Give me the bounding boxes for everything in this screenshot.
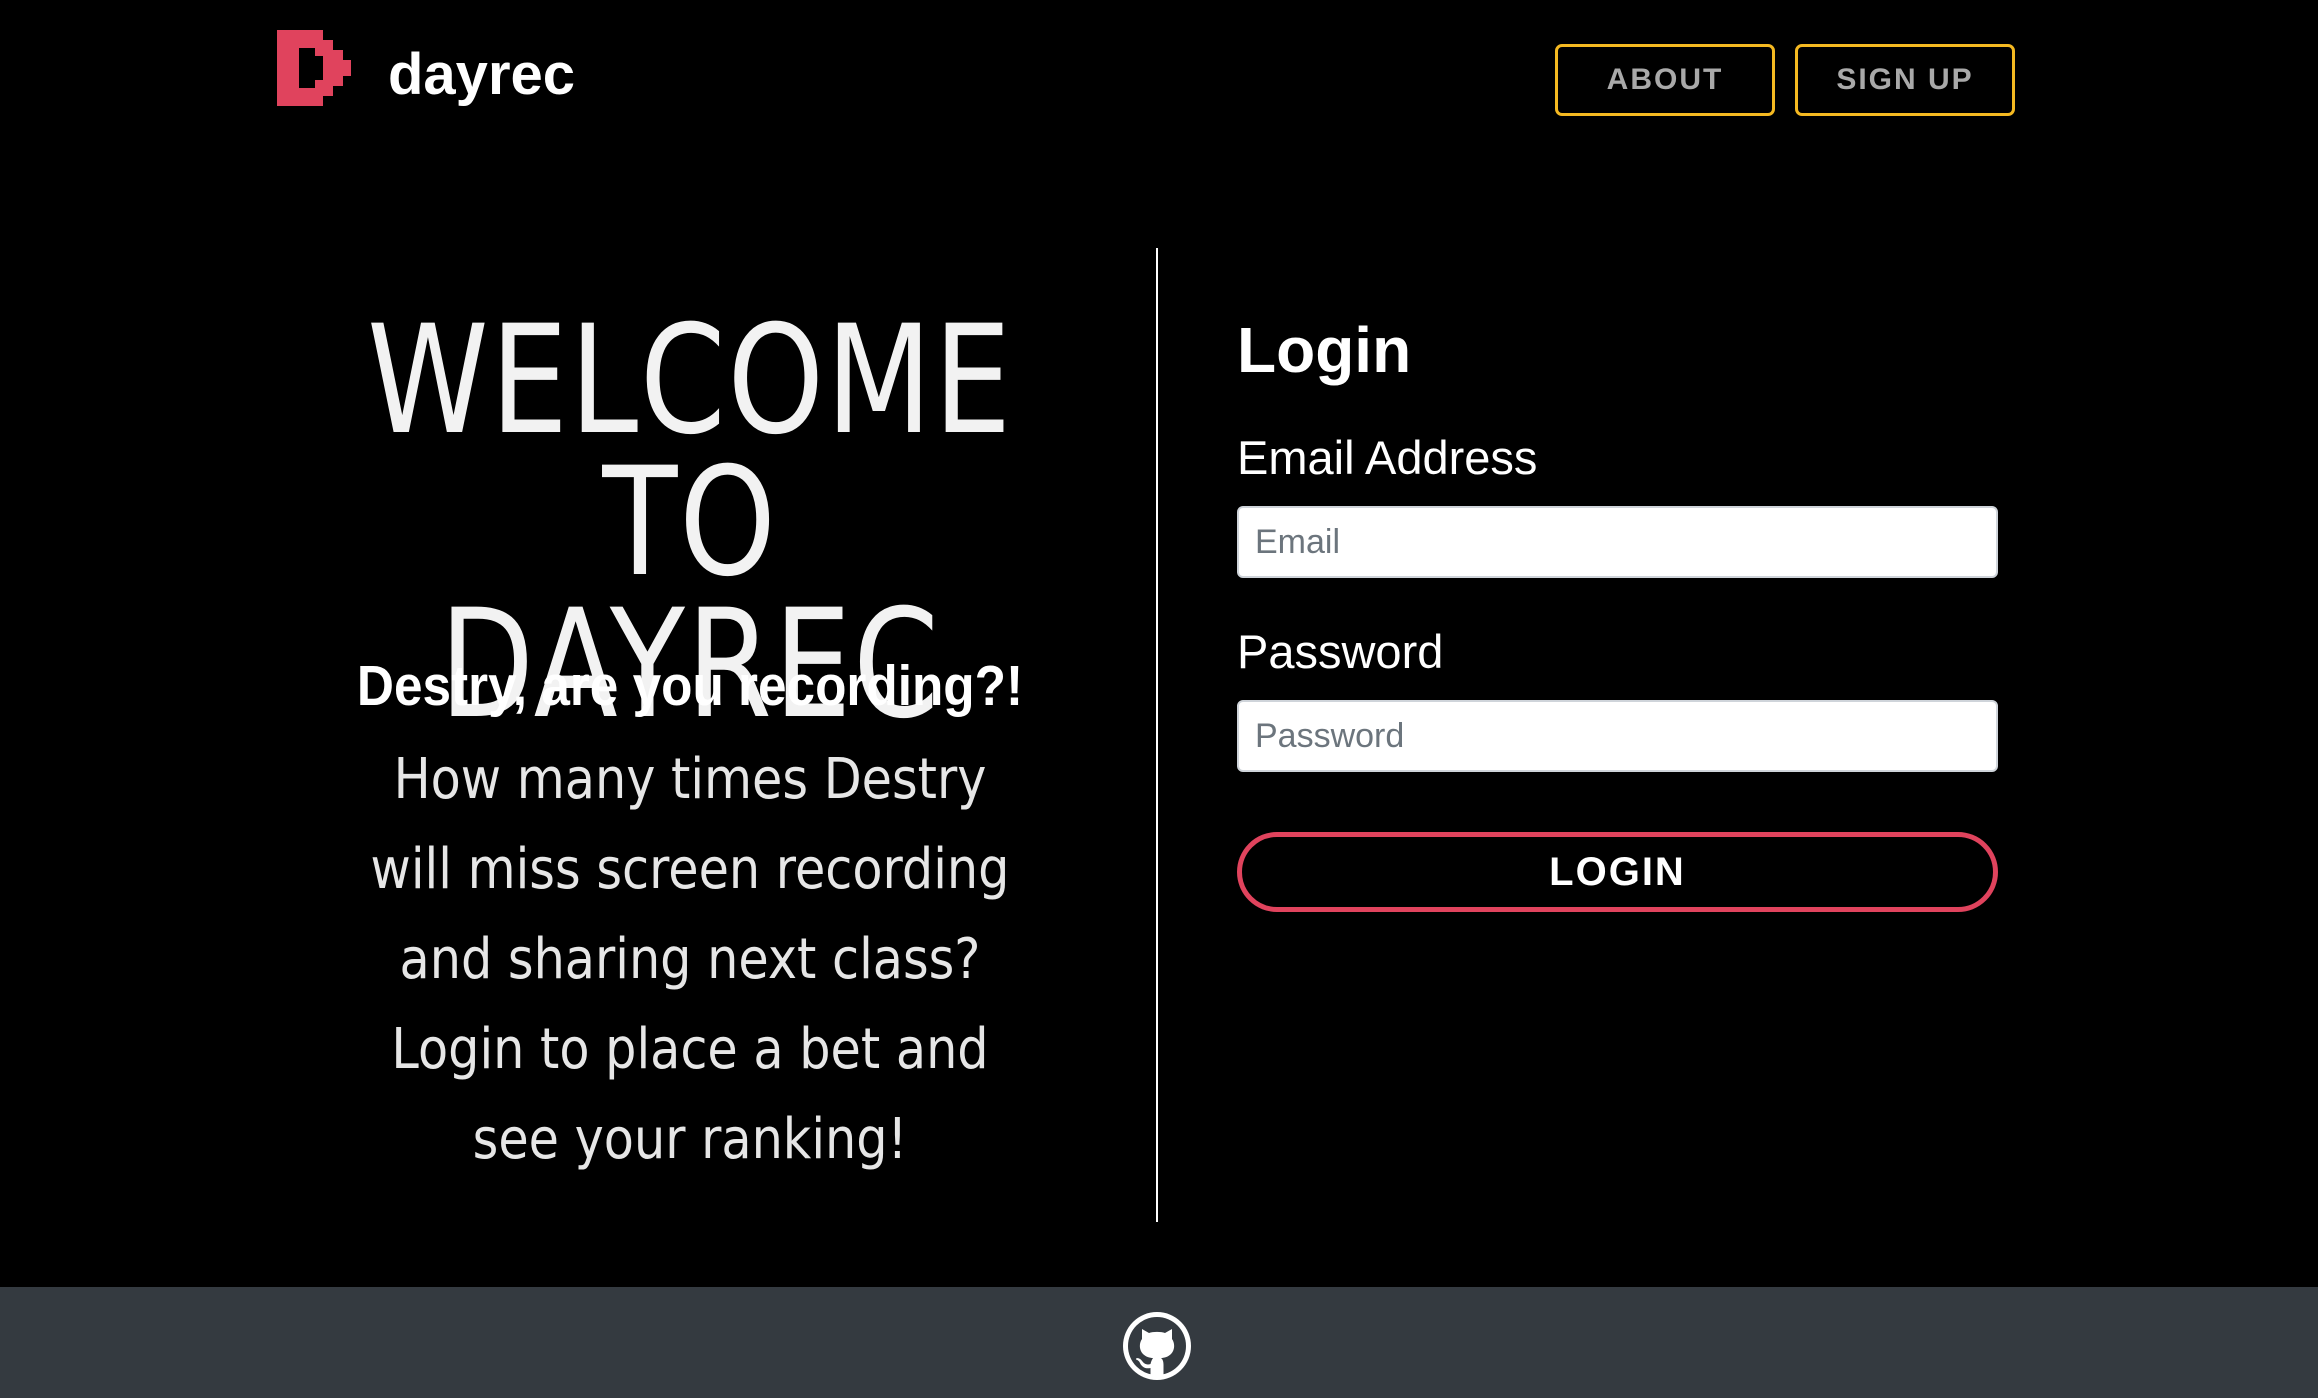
dayrec-logo-icon[interactable]	[277, 30, 351, 106]
email-label: Email Address	[1237, 431, 1538, 484]
about-button[interactable]: ABOUT	[1555, 44, 1775, 116]
welcome-heading-line-1: WELCOME	[367, 294, 1013, 468]
login-button[interactable]: LOGIN	[1237, 832, 1998, 912]
github-icon[interactable]	[1120, 1309, 1194, 1383]
description: How many times Destry will miss screen r…	[370, 747, 1010, 1172]
brand-name[interactable]: dayrec	[388, 38, 575, 112]
vertical-divider	[1156, 248, 1158, 1222]
password-label: Password	[1237, 625, 1444, 678]
password-input[interactable]	[1237, 700, 1998, 772]
login-title: Login	[1237, 314, 1412, 386]
footer	[0, 1287, 2318, 1398]
sign-up-button[interactable]: SIGN UP	[1795, 44, 2015, 116]
page: dayrec ABOUT SIGN UP WELCOME TO DAYREC D…	[0, 0, 2318, 1398]
header: dayrec ABOUT SIGN UP	[0, 0, 2318, 160]
email-input[interactable]	[1237, 506, 1998, 578]
tagline: Destry, are you recording?!	[356, 654, 1024, 718]
